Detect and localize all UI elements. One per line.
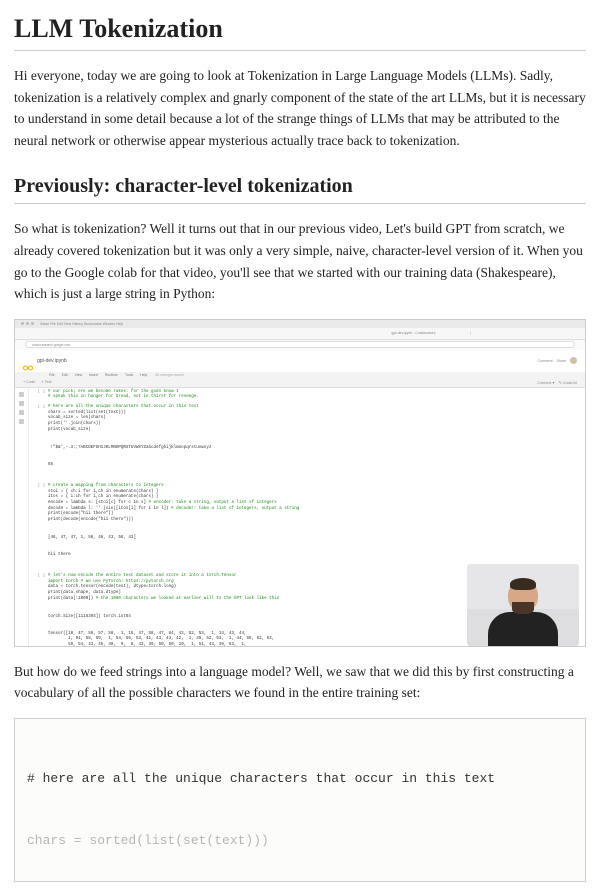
add-code-button: + Code <box>23 380 35 384</box>
toc-icon <box>19 392 24 397</box>
colab-left-gutter <box>15 388 29 647</box>
vars-icon <box>19 410 24 415</box>
code-cell: [ ] # create a mapping from characters t… <box>35 484 579 570</box>
notebook-area: [ ] # our pick; ere we become rakes: for… <box>29 388 585 647</box>
cell-run-marker: [ ] <box>35 484 45 524</box>
save-status: All changes saved <box>155 373 183 377</box>
presenter-video-overlay <box>467 564 579 646</box>
output-line: hii there <box>48 553 579 559</box>
code-line: # speak this in hunger for bread, not in… <box>48 395 579 401</box>
cell-run-marker: [ ] <box>35 574 45 602</box>
presenter-head <box>508 580 538 612</box>
browser-tabbar: gpt-dev.ipynb - Colaboratory <box>15 328 585 340</box>
connect-button: Connect ▾ <box>537 380 554 385</box>
colab-header: gpt-dev.ipynb Comment Share <box>15 350 585 372</box>
code-line: print(decode(encode("hii there"))) <box>48 518 579 524</box>
window-controls <box>21 322 34 325</box>
add-text-button: + Text <box>41 380 51 384</box>
code-block: # here are all the unique characters tha… <box>14 718 586 882</box>
colab-logo-icon <box>23 358 33 364</box>
intro-paragraph: Hi everyone, today we are going to look … <box>14 65 586 151</box>
code-line: chars = sorted(list(set(text))) <box>27 831 573 852</box>
paragraph-after-screenshot: But how do we feed strings into a langua… <box>14 661 586 704</box>
colab-subtoolbar: + Code + Text Connect ▾ ✎ Colab AI <box>15 378 585 388</box>
presenter-beard <box>512 602 534 614</box>
presenter-torso <box>488 612 558 646</box>
browser-menu: Safari File Edit View History Bookmarks … <box>40 322 123 326</box>
comment-button: Comment <box>537 359 552 363</box>
section-heading-previously: Previously: character-level tokenization <box>14 175 586 204</box>
menu-edit: Edit <box>62 373 68 377</box>
output-line: 65 <box>48 463 579 469</box>
search-icon <box>19 401 24 406</box>
cell-run-marker: [ ] <box>35 405 45 433</box>
address-bar-row: colab.research.google.com <box>15 340 585 350</box>
output-line: !"$&',-.3:;?ABCDEFGHIJKLMNOPQRSTUVWXYZab… <box>48 446 579 452</box>
colab-header-right: Comment Share <box>537 357 577 364</box>
menu-tools: Tools <box>125 373 133 377</box>
code-cell: [ ] # our pick; ere we become rakes: for… <box>35 390 579 401</box>
code-line: print(vocab_size) <box>48 428 579 434</box>
menu-insert: Insert <box>89 373 98 377</box>
presenter-hair <box>510 578 536 590</box>
browser-toolbar: Safari File Edit View History Bookmarks … <box>15 320 585 328</box>
cell-run-marker: [ ] <box>35 390 45 401</box>
menu-file: File <box>49 373 55 377</box>
embedded-screenshot: Safari File Edit View History Bookmarks … <box>14 319 586 647</box>
notebook-title: gpt-dev.ipynb <box>37 358 67 364</box>
code-line: # here are all the unique characters tha… <box>27 769 573 790</box>
address-bar: colab.research.google.com <box>25 341 575 348</box>
colab-ai-button: ✎ Colab AI <box>558 380 577 385</box>
cell-output: !"$&',-.3:;?ABCDEFGHIJKLMNOPQRSTUVWXYZab… <box>48 434 579 479</box>
menu-help: Help <box>140 373 147 377</box>
code-cell: [ ] # here are all the unique characters… <box>35 405 579 480</box>
avatar-icon <box>570 357 577 364</box>
files-icon <box>19 419 24 424</box>
browser-tab: gpt-dev.ipynb - Colaboratory <box>357 331 471 335</box>
share-button: Share <box>557 359 566 363</box>
output-line: [46, 47, 47, 1, 58, 46, 43, 56, 43] <box>48 536 579 542</box>
menu-runtime: Runtime <box>105 373 118 377</box>
menu-view: View <box>75 373 83 377</box>
colab-body: [ ] # our pick; ere we become rakes: for… <box>15 388 585 647</box>
section1-paragraph: So what is tokenization? Well it turns o… <box>14 218 586 304</box>
page-title: LLM Tokenization <box>14 14 586 51</box>
